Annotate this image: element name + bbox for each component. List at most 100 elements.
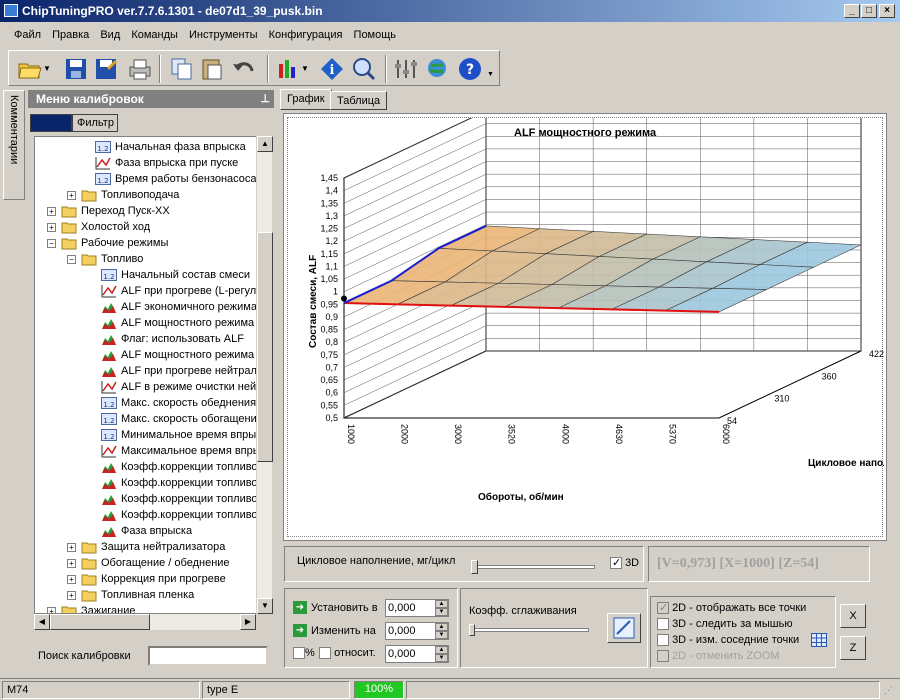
option-cancel-zoom-box[interactable] [657, 650, 669, 663]
tab-graph[interactable]: График [280, 89, 332, 110]
tree-item[interactable]: ALF при прогреве (L-регулирование) [101, 283, 271, 299]
grid-icon[interactable] [811, 633, 827, 647]
check-3d[interactable]: ✓ 3D [610, 557, 639, 570]
chart-dropdown-icon[interactable]: ▼ [301, 64, 311, 90]
option-neighbors-box[interactable] [657, 634, 669, 647]
chart-icon[interactable] [275, 56, 301, 82]
menu-config[interactable]: Конфигурация [265, 26, 347, 44]
tree-item[interactable]: 1.2 Время работы бензонасоса [95, 171, 257, 187]
option-neighbors[interactable]: 3D - изм. соседние точки [657, 634, 799, 647]
tree-item[interactable]: 1.2 Макс. скорость обеднения [101, 395, 256, 411]
set-value-input[interactable]: 0,000 ▲ ▼ [385, 599, 449, 617]
z-axis-button[interactable]: Z [840, 636, 866, 660]
tree-item[interactable]: Обогащение / обеднение [81, 555, 230, 571]
menu-commands[interactable]: Команды [127, 26, 182, 44]
tab-filter[interactable]: Фильтр [72, 114, 118, 132]
tree-item[interactable]: Коэфф.коррекции топливоподачи [101, 475, 271, 491]
chart-area[interactable]: 1,45 1,4 1,35 1,3 1,25 1,2 1,15 1,1 1,05 1 0,95 0,9… [287, 110, 900, 538]
tree-item[interactable]: 1.2 Начальный состав смеси [101, 267, 250, 283]
scroll-down-icon[interactable]: ▼ [257, 598, 273, 614]
maximize-button[interactable]: □ [861, 4, 877, 18]
scroll-right-icon[interactable]: ▶ [240, 614, 256, 630]
expand-icon[interactable]: + [67, 559, 76, 568]
open-dropdown-icon[interactable]: ▼ [43, 64, 53, 90]
relative-check[interactable]: относит. [319, 647, 376, 660]
tree-item[interactable]: ALF в режиме очистки нейтрализатора [101, 379, 271, 395]
spin-down-icon[interactable]: ▼ [435, 631, 448, 639]
resize-grip-icon[interactable]: ⋰ [884, 685, 893, 696]
hscroll-thumb[interactable] [50, 614, 150, 630]
tree-item[interactable]: Коэфф.коррекции топливоподачи [101, 507, 271, 523]
tree-item[interactable]: ALF при прогреве нейтрализатора [101, 363, 271, 379]
comments-side-tab[interactable]: Комментарии [3, 90, 25, 200]
paste-icon[interactable] [199, 56, 225, 82]
menu-view[interactable]: Вид [96, 26, 124, 44]
menu-edit[interactable]: Правка [48, 26, 93, 44]
tree-item[interactable]: Зажигание [61, 603, 136, 613]
tree-item[interactable]: Флаг: использовать ALF [101, 331, 244, 347]
hex-search-icon[interactable] [351, 56, 377, 82]
expand-icon[interactable]: + [47, 223, 56, 232]
tree-item[interactable]: Фаза впрыска [101, 523, 192, 539]
tree-item[interactable]: Рабочие режимы [61, 235, 168, 251]
smoothing-slider[interactable] [469, 623, 589, 641]
menu-help[interactable]: Помощь [350, 26, 401, 44]
tree-item[interactable]: Коррекция при прогреве [81, 571, 226, 587]
check-3d-box[interactable]: ✓ [610, 557, 622, 570]
tree-item[interactable]: ALF мощностного режима [101, 315, 254, 331]
tree-item[interactable]: Коэфф.коррекции топливоподачи [101, 459, 271, 475]
option-all-points-box[interactable]: ✓ [657, 602, 669, 615]
option-cancel-zoom[interactable]: 2D - отменить ZOOM [657, 650, 780, 663]
change-value-input[interactable]: 0,000 ▲ ▼ [385, 622, 449, 640]
fill-slider[interactable] [471, 553, 597, 575]
expand-icon[interactable]: + [67, 191, 76, 200]
tree-horizontal-scrollbar[interactable]: ◀ ▶ [34, 614, 256, 630]
close-button[interactable]: × [879, 4, 895, 18]
surface-chart[interactable]: 1,45 1,4 1,35 1,3 1,25 1,2 1,15 1,1 1,05 1 0,95 0,9… [288, 110, 900, 538]
scroll-thumb[interactable] [257, 232, 273, 462]
web-update-icon[interactable] [425, 56, 451, 82]
collapse-icon[interactable]: − [47, 239, 56, 248]
slider-thumb[interactable] [469, 624, 475, 636]
settings-icon[interactable] [393, 56, 419, 82]
tree-item[interactable]: 1.2 Начальная фаза впрыска [95, 139, 246, 155]
copy-icon[interactable] [169, 56, 195, 82]
help-icon[interactable]: ? [457, 56, 483, 82]
percent-check[interactable]: % [293, 647, 315, 660]
collapse-icon[interactable]: − [67, 255, 76, 264]
info-icon[interactable]: i [319, 56, 345, 82]
spin-up-icon[interactable]: ▲ [435, 600, 448, 608]
tree-item[interactable]: Топливоподача [81, 187, 179, 203]
spin-down-icon[interactable]: ▼ [435, 654, 448, 662]
tab-tree[interactable] [30, 114, 72, 132]
tree-item[interactable]: Холостой ход [61, 219, 150, 235]
relative-check-box[interactable] [319, 647, 331, 660]
x-axis-button[interactable]: X [840, 604, 866, 628]
option-all-points[interactable]: ✓ 2D - отображать все точки [657, 602, 806, 615]
minimize-button[interactable]: _ [844, 4, 860, 18]
tree-item[interactable]: Максимальное время впрыска [101, 443, 271, 459]
expand-icon[interactable]: + [67, 543, 76, 552]
tree-item[interactable]: Фаза впрыска при пуске [95, 155, 238, 171]
percent-check-box[interactable] [293, 647, 305, 660]
tree-item[interactable]: Коэфф.коррекции топливоподачи [101, 491, 271, 507]
save-as-icon[interactable] [93, 56, 119, 82]
tree-item[interactable]: Защита нейтрализатора [81, 539, 225, 555]
tree-item[interactable]: Переход Пуск-ХХ [61, 203, 170, 219]
tree-item[interactable]: 1.2 Макс. скорость обогащения [101, 411, 263, 427]
expand-icon[interactable]: + [67, 591, 76, 600]
spin-up-icon[interactable]: ▲ [435, 623, 448, 631]
expand-icon[interactable]: + [47, 207, 56, 216]
save-icon[interactable] [63, 56, 89, 82]
tree-item[interactable]: ALF экономичного режима [101, 299, 257, 315]
undo-icon[interactable] [231, 56, 257, 82]
relative-value-input[interactable]: 0,000 ▲ ▼ [385, 645, 449, 663]
print-icon[interactable] [127, 56, 153, 82]
option-follow-mouse[interactable]: 3D - следить за мышью [657, 618, 793, 631]
expand-icon[interactable]: + [67, 575, 76, 584]
tree-vertical-scrollbar[interactable]: ▲ ▼ [256, 136, 273, 614]
expand-icon[interactable]: + [47, 607, 56, 613]
search-input[interactable] [148, 646, 268, 666]
tab-table[interactable]: Таблица [330, 91, 388, 110]
tree-item[interactable]: Топливная пленка [81, 587, 194, 603]
